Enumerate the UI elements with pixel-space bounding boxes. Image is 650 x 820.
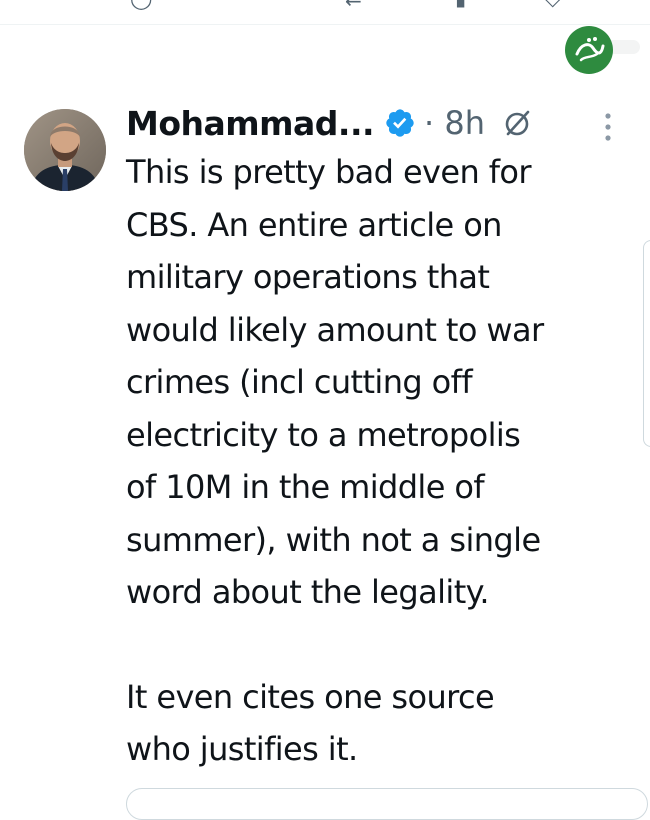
tweet-text-line: would likely amount to war — [126, 310, 544, 349]
scrollbar[interactable] — [643, 240, 650, 447]
repost-icon[interactable]: ⇄ — [345, 0, 362, 10]
tweet-text-line: who justifies it. — [126, 730, 358, 768]
quoted-card[interactable] — [126, 788, 648, 820]
views-icon[interactable]: ▮ — [455, 0, 466, 10]
tweet-text-line: CBS. An entire article on — [126, 205, 502, 244]
previous-tweet-action-bar: ◯ ⇄ ▮ ◇ — [0, 0, 650, 26]
tweet-text-line: electricity to a metropolis — [126, 415, 521, 454]
tweet-text-line: This is pretty bad even for — [126, 153, 532, 191]
reply-icon[interactable]: ◯ — [130, 0, 152, 10]
grok-icon[interactable] — [501, 107, 533, 139]
author-name[interactable]: Mohammad... — [126, 104, 375, 143]
timestamp[interactable]: · 8h — [424, 104, 485, 142]
channel-logo — [565, 26, 613, 74]
tweet-text-line: word about the legality. — [126, 573, 490, 611]
bookmark-icon[interactable]: ◇ — [545, 0, 560, 10]
tweet-text-line: of 10M in the middle of — [126, 468, 485, 506]
tweet-divider — [0, 24, 650, 25]
tweet-text-line: crimes (incl cutting off — [126, 363, 473, 401]
tweet-text: This is pretty bad even for CBS. An enti… — [126, 146, 636, 776]
tweet-text-line: military operations that — [126, 258, 490, 296]
more-options-icon[interactable] — [600, 108, 616, 148]
tweet-text-line: summer), with not a single — [126, 520, 541, 559]
avatar[interactable] — [24, 109, 106, 191]
tweet-text-line: It even cites one source — [126, 677, 495, 716]
tweet-header: Mohammad... · 8h — [126, 96, 533, 150]
verified-badge-icon — [386, 109, 414, 137]
